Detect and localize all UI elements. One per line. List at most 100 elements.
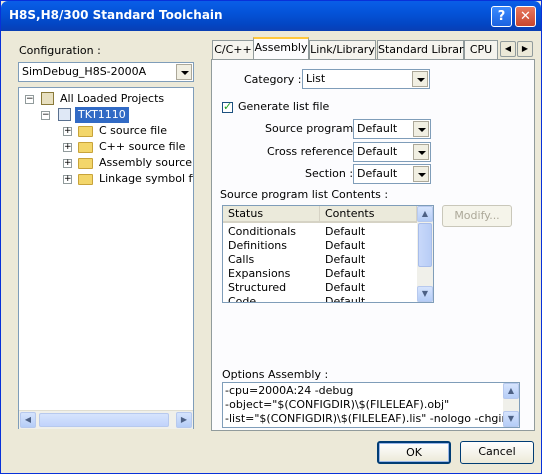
collapse-icon[interactable]: − xyxy=(41,111,50,120)
title-bar[interactable]: H8S,H8/300 Standard Toolchain ? ✕ xyxy=(1,1,541,31)
category-value: List xyxy=(306,72,326,85)
configuration-select[interactable]: SimDebug_H8S-2000A xyxy=(18,62,194,82)
tab-standard-library[interactable]: Standard Library xyxy=(377,40,470,59)
source-program-value: Default xyxy=(357,122,398,135)
scroll-thumb[interactable] xyxy=(39,413,169,427)
list-item-status[interactable]: Structured xyxy=(228,281,286,294)
scroll-up-icon[interactable]: ▲ xyxy=(503,383,519,399)
options-label: Options Assembly : xyxy=(222,368,329,381)
cross-reference-label: Cross reference : xyxy=(267,145,361,158)
tree-item-project[interactable]: − TKT1110 xyxy=(39,107,189,123)
tree-horizontal-scrollbar[interactable]: ◀ ▶ xyxy=(19,410,193,429)
ok-button[interactable]: OK xyxy=(377,441,451,464)
tab-label: C/C++ xyxy=(214,43,252,56)
column-header-status[interactable]: Status xyxy=(223,206,320,223)
cancel-button[interactable]: Cancel xyxy=(460,441,534,464)
list-item-status[interactable]: Conditionals xyxy=(228,225,296,238)
options-vertical-scrollbar[interactable]: ▲ ▼ xyxy=(503,383,519,427)
source-program-label: Source program : xyxy=(265,122,361,135)
workspace-icon xyxy=(41,92,54,105)
tab-scroll-left-icon[interactable]: ◀ xyxy=(500,41,516,57)
list-item-status[interactable]: Code xyxy=(228,295,256,302)
list-item-contents[interactable]: Default xyxy=(325,295,365,302)
configuration-value: SimDebug_H8S-2000A xyxy=(22,65,147,78)
tree-item-root[interactable]: − All Loaded Projects xyxy=(23,91,193,107)
chevron-down-icon[interactable] xyxy=(413,144,429,160)
expand-icon[interactable]: + xyxy=(63,127,72,136)
generate-list-checkbox[interactable] xyxy=(222,100,233,113)
expand-icon[interactable]: + xyxy=(63,175,72,184)
section-select[interactable]: Default xyxy=(353,164,431,184)
window-title: H8S,H8/300 Standard Toolchain xyxy=(9,8,223,22)
generate-list-label: Generate list file xyxy=(238,100,330,113)
scroll-left-icon[interactable]: ◀ xyxy=(20,412,36,428)
folder-label: Assembly source file xyxy=(99,156,193,169)
assembly-tab-page: Category : List Generate list file Sourc… xyxy=(211,59,535,431)
list-vertical-scrollbar[interactable]: ▲ ▼ xyxy=(417,206,433,302)
expand-icon[interactable]: + xyxy=(63,159,72,168)
tree-project-label: TKT1110 xyxy=(75,107,129,123)
scroll-down-icon[interactable]: ▼ xyxy=(503,411,519,427)
list-item-contents[interactable]: Default xyxy=(325,253,365,266)
tab-assembly[interactable]: Assembly xyxy=(253,37,309,60)
options-textarea[interactable]: -cpu=2000A:24 -debug -object="$(CONFIGDI… xyxy=(222,382,520,428)
section-value: Default xyxy=(357,167,398,180)
category-select[interactable]: List xyxy=(302,69,430,89)
folder-label: C source file xyxy=(99,124,167,137)
project-icon xyxy=(58,108,71,121)
tab-label: Standard Library xyxy=(378,43,471,56)
project-tree[interactable]: − All Loaded Projects − TKT1110 + C sour… xyxy=(18,87,194,429)
source-program-select[interactable]: Default xyxy=(353,119,431,139)
options-line: -list="$(CONFIGDIR)\$(FILELEAF).lis" -no… xyxy=(225,412,520,425)
scroll-down-icon[interactable]: ▼ xyxy=(417,286,433,302)
chevron-down-icon[interactable] xyxy=(176,64,192,80)
tree-item-folder[interactable]: + Linkage symbol file xyxy=(63,171,193,187)
options-line: -cpu=2000A:24 -debug xyxy=(225,384,354,397)
cross-reference-value: Default xyxy=(357,145,398,158)
cross-reference-select[interactable]: Default xyxy=(353,142,431,162)
folder-icon xyxy=(78,142,93,153)
contents-list-label: Source program list Contents : xyxy=(220,188,389,201)
column-header-contents[interactable]: Contents xyxy=(320,206,417,223)
chevron-down-icon[interactable] xyxy=(412,71,428,87)
section-label: Section : xyxy=(305,167,354,180)
list-item-contents[interactable]: Default xyxy=(325,267,365,280)
folder-icon xyxy=(78,158,93,169)
help-button[interactable]: ? xyxy=(491,6,512,27)
folder-label: C++ source file xyxy=(99,140,186,153)
category-label: Category : xyxy=(244,73,302,86)
tab-link-library[interactable]: Link/Library xyxy=(309,40,376,59)
close-button[interactable]: ✕ xyxy=(515,6,536,27)
modify-button[interactable]: Modify... xyxy=(442,205,512,227)
scroll-right-icon[interactable]: ▶ xyxy=(176,412,192,428)
contents-list[interactable]: Status Contents Conditionals Default Def… xyxy=(222,205,434,303)
folder-label: Linkage symbol file xyxy=(99,172,193,185)
tree-item-folder[interactable]: + C++ source file xyxy=(63,139,193,155)
dialog-window: H8S,H8/300 Standard Toolchain ? ✕ Config… xyxy=(0,0,542,474)
folder-icon xyxy=(78,126,93,137)
chevron-down-icon[interactable] xyxy=(413,166,429,182)
tab-c-cpp[interactable]: C/C++ xyxy=(212,40,254,59)
tab-label: Link/Library xyxy=(310,43,375,56)
collapse-icon[interactable]: − xyxy=(25,95,34,104)
tab-cpu[interactable]: CPU xyxy=(464,40,498,59)
tree-root-label: All Loaded Projects xyxy=(60,92,165,105)
tab-label: Assembly xyxy=(254,41,308,54)
scroll-thumb[interactable] xyxy=(418,223,432,267)
list-item-contents[interactable]: Default xyxy=(325,239,365,252)
expand-icon[interactable]: + xyxy=(63,143,72,152)
tree-item-folder[interactable]: + C source file xyxy=(63,123,193,139)
folder-icon xyxy=(78,174,93,185)
list-item-status[interactable]: Calls xyxy=(228,253,254,266)
list-item-contents[interactable]: Default xyxy=(325,225,365,238)
tree-item-folder[interactable]: + Assembly source file xyxy=(63,155,193,171)
tab-scroll-right-icon[interactable]: ▶ xyxy=(517,41,533,57)
options-line: -object="$(CONFIGDIR)\$(FILELEAF).obj" xyxy=(225,398,450,411)
configuration-label: Configuration : xyxy=(19,44,101,57)
list-item-contents[interactable]: Default xyxy=(325,281,365,294)
tab-label: CPU xyxy=(469,43,493,56)
list-item-status[interactable]: Definitions xyxy=(228,239,287,252)
chevron-down-icon[interactable] xyxy=(413,121,429,137)
list-item-status[interactable]: Expansions xyxy=(228,267,290,280)
scroll-up-icon[interactable]: ▲ xyxy=(417,206,433,222)
